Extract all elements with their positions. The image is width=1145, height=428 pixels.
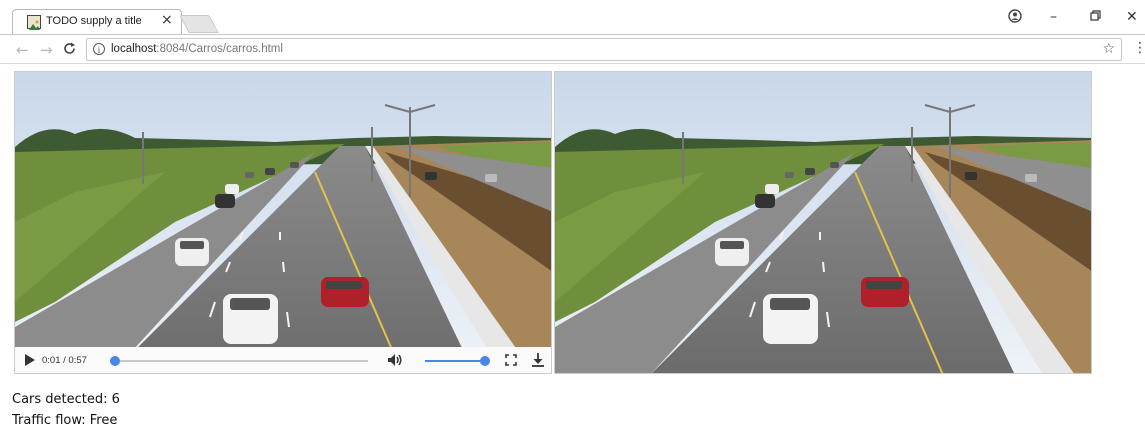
- star-icon[interactable]: ☆: [1102, 41, 1115, 57]
- volume-slider[interactable]: [425, 356, 490, 366]
- profile-icon[interactable]: [1008, 9, 1022, 27]
- traffic-flow-text: Traffic flow: Free: [12, 413, 118, 428]
- video-frame: [555, 72, 1092, 374]
- address-bar[interactable]: i localhost:8084/Carros/carros.html ☆: [86, 38, 1122, 61]
- volume-icon[interactable]: [387, 353, 403, 370]
- seek-bar-thumb[interactable]: [109, 356, 120, 366]
- cars-detected-text: Cars detected: 6: [12, 392, 120, 407]
- three-dots-icon[interactable]: ⋮: [1133, 40, 1145, 56]
- close-icon[interactable]: ×: [161, 12, 173, 28]
- video-frame: [15, 72, 552, 374]
- url-text: localhost:8084/Carros/carros.html: [111, 43, 283, 55]
- reload-icon[interactable]: [63, 41, 76, 59]
- new-tab-button[interactable]: [179, 15, 219, 33]
- time-display: 0:01 / 0:57: [42, 355, 87, 366]
- info-icon[interactable]: i: [93, 43, 105, 55]
- volume-slider-level: [425, 360, 485, 362]
- browser-toolbar: ← → i localhost:8084/Carros/carros.html …: [0, 34, 1145, 64]
- tab-title: TODO supply a title: [46, 15, 142, 27]
- download-icon[interactable]: [532, 353, 544, 370]
- video-player-right[interactable]: [554, 71, 1092, 374]
- back-arrow-icon[interactable]: ←: [16, 41, 29, 59]
- video-player-left[interactable]: 0:01 / 0:57: [14, 71, 552, 374]
- seek-bar[interactable]: [109, 356, 368, 366]
- forward-arrow-icon[interactable]: →: [40, 41, 53, 59]
- play-icon[interactable]: [24, 354, 35, 369]
- image-icon: [27, 15, 41, 30]
- window-close-icon[interactable]: ✕: [1126, 9, 1138, 25]
- tab-strip: TODO supply a title × – ✕: [0, 0, 1145, 35]
- restore-icon[interactable]: [1090, 9, 1101, 25]
- fullscreen-icon[interactable]: [505, 354, 517, 369]
- minimize-icon[interactable]: –: [1050, 9, 1057, 25]
- video-controls: 0:01 / 0:57: [15, 347, 551, 373]
- browser-tab[interactable]: TODO supply a title ×: [12, 9, 182, 35]
- volume-slider-thumb[interactable]: [480, 356, 490, 366]
